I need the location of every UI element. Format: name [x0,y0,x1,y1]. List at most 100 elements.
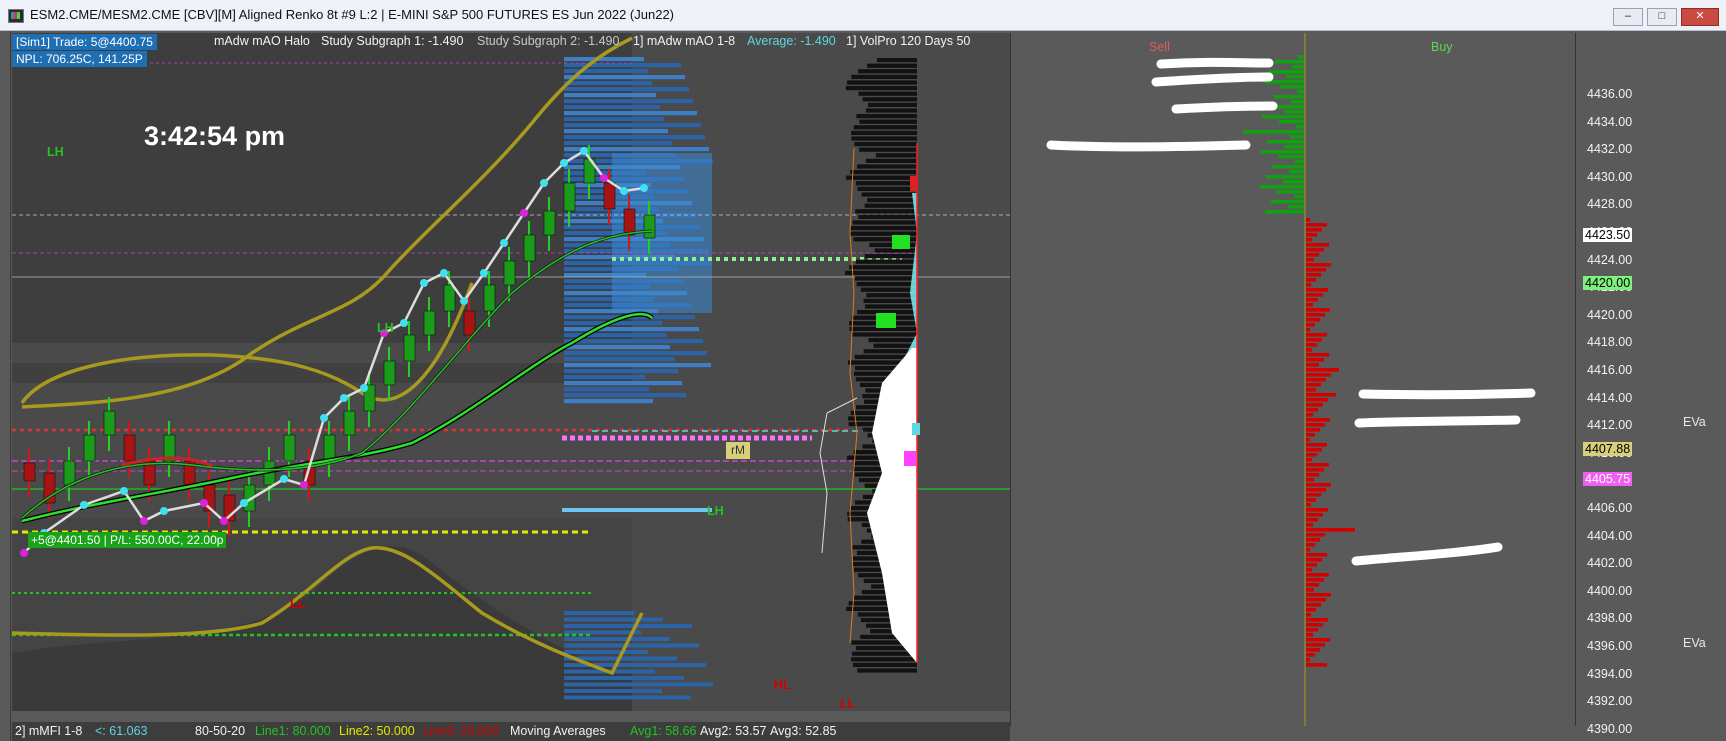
dom-sell-bar [1306,288,1328,292]
dom-buy-bar [1262,115,1304,119]
renko-brick [383,360,396,386]
dom-buy-bar [1298,55,1304,59]
dom-buy-bar [1266,175,1304,179]
profile-bar [851,657,917,662]
dom-sell-bar [1306,488,1326,492]
magenta-box [904,451,916,466]
halo-dot [160,507,168,515]
dom-buy-bar [1294,195,1304,199]
volume-profile-bar [564,611,634,615]
profile-bar [858,69,917,74]
mmfi-label: 2] mMFI 1-8 [15,724,83,738]
window-title: ESM2.CME/MESM2.CME [CBV][M] Aligned Renk… [30,7,675,22]
price-tick: 4414.00 [1587,390,1633,405]
dom-sell-bar [1306,493,1321,497]
dom-sell-bar [1306,608,1316,612]
dom-sell-bar [1306,413,1313,417]
ma-slow-shadow [21,311,654,524]
profile-bar [847,80,917,85]
dom-sell-bar [1306,363,1319,367]
dom-sell-bar [1306,663,1327,667]
renko-brick [343,410,356,436]
price-axis[interactable]: 4436.004434.004432.004430.004428.004426.… [1575,33,1716,736]
profile-bar [859,147,917,152]
profile-bar [874,248,917,253]
volume-profile-bar [564,135,705,140]
dom-sell-bar [1306,443,1327,447]
dom-sell-bar [1306,648,1320,652]
dom-buy-bar [1284,145,1304,149]
dom-sell-bar [1306,318,1320,322]
oscillator-status-bar: 2] mMFI 1-8 <: 61.063 80-50-20 Line1: 80… [12,722,1010,741]
dom-buy-bar [1291,100,1304,104]
dom-sell-bar [1306,303,1313,307]
dom-sell-bar [1306,508,1328,512]
dom-sell-bar [1306,388,1316,392]
dom-sell-bar [1306,583,1319,587]
volume-profile-bar [564,637,670,641]
dom-sell-bar [1306,598,1326,602]
profile-bar [857,186,917,191]
dom-sell-bar [1306,613,1311,617]
ll-label-1: LL [290,597,306,611]
avg3-value: Avg3: 52.85 [770,724,837,738]
dom-ladder[interactable]: Sell Buy [1010,33,1576,726]
volume-profile-bar [564,63,681,68]
volume-profile-bar [564,87,689,92]
dom-sell-bar [1306,343,1317,347]
cyan-box [912,423,920,435]
halo-dot [340,394,348,402]
renko-brick [523,234,536,262]
dom-buy-bar [1260,185,1304,189]
dom-buy-bar [1261,150,1304,154]
halo-dot [20,549,28,557]
dom-sell-bar [1306,658,1310,662]
dom-buy-bar [1285,110,1304,114]
halo-dot [200,499,208,507]
dom-sell-bar [1306,383,1321,387]
profile-bar [854,142,917,147]
dom-sell-bar [1306,323,1315,327]
profile-bar [858,214,917,219]
dom-sell-bar [1306,473,1319,477]
price-tick: 4432.00 [1587,142,1633,157]
lh-label-1: LH [47,145,64,159]
sim-trade-badge: [Sim1] Trade: 5@4400.75 [12,34,157,50]
price-tick: 4396.00 [1587,639,1633,653]
halo-dot [420,279,428,287]
profile-bar [856,114,917,119]
renko-brick [123,434,136,462]
dom-sell-bar [1306,553,1327,557]
close-button[interactable]: ✕ [1681,8,1719,26]
window-titlebar: ESM2.CME/MESM2.CME [CBV][M] Aligned Renk… [0,0,1726,31]
price-tick: 4394.00 [1587,666,1633,681]
minimize-button[interactable]: – [1613,8,1643,26]
halo-dot [240,499,248,507]
profile-bar [853,125,917,130]
price-tick: 4412.00 [1587,418,1633,433]
volume-profile-bar [564,695,691,700]
profile-bar [852,651,917,656]
restore-button[interactable]: □ [1647,8,1677,26]
current-price-tag: 4423.50 [1583,228,1633,242]
npl-badge: NPL: 706.25C, 141.25P [12,51,147,67]
shaded-zone-upper [12,33,632,343]
dom-sell-bar [1306,448,1322,452]
price-tick: 4420.00 [1587,307,1633,322]
study2-name: 1] mAdw mAO 1-8 [633,34,736,48]
renko-brick [323,434,336,462]
price-tick: 4400.00 [1587,583,1633,598]
dom-buy-bar [1277,190,1304,194]
volume-profile-bar [564,399,653,404]
dom-sell-bar [1306,423,1325,427]
dom-sell-bar [1306,453,1317,457]
profile-bar [859,119,917,124]
profile-bar [849,265,917,270]
dom-sell-bar [1306,603,1321,607]
green-box-1 [892,235,910,249]
volume-profile-bar [564,624,692,628]
dom-buy-bar [1286,75,1304,79]
position-label[interactable]: +5@4401.50 | P/L: 550.00C, 22.00p [28,532,227,548]
profile-bar [862,97,917,102]
dom-sell-bar [1306,373,1331,377]
